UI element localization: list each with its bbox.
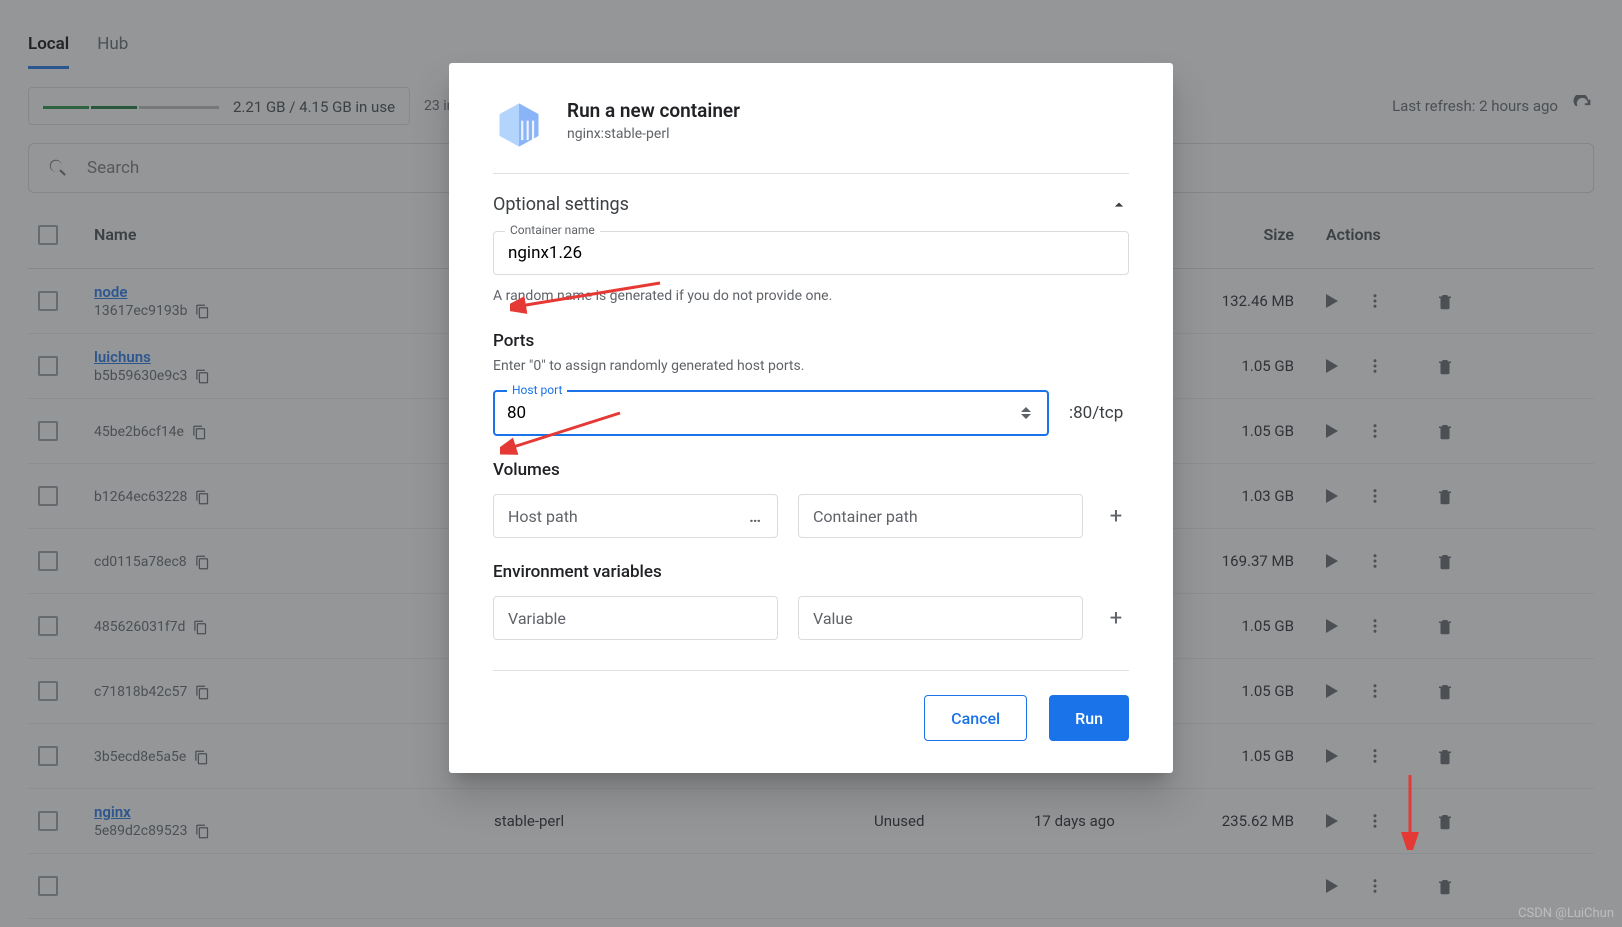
container-path-placeholder: Container path <box>813 507 918 526</box>
host-port-input[interactable] <box>507 403 1021 423</box>
browse-host-path-icon[interactable]: … <box>749 507 763 526</box>
container-path-input[interactable]: Container path <box>798 494 1083 538</box>
container-name-input[interactable] <box>493 231 1129 275</box>
host-port-field[interactable]: Host port <box>493 390 1049 436</box>
host-path-placeholder: Host path <box>508 507 578 526</box>
watermark: CSDN @LuiChun <box>1518 906 1614 921</box>
modal-subtitle: nginx:stable-perl <box>567 126 740 142</box>
env-val-placeholder: Value <box>813 609 853 628</box>
port-stepper[interactable] <box>1021 403 1035 423</box>
cancel-button[interactable]: Cancel <box>924 695 1027 741</box>
volumes-title: Volumes <box>493 460 1129 480</box>
env-var-placeholder: Variable <box>508 609 566 628</box>
container-port-suffix: :80/tcp <box>1069 403 1129 423</box>
container-name-label: Container name <box>505 223 600 237</box>
modal-title: Run a new container <box>567 99 740 122</box>
env-variable-input[interactable]: Variable <box>493 596 778 640</box>
host-port-label: Host port <box>507 383 567 397</box>
env-title: Environment variables <box>493 562 1129 582</box>
optional-settings-label: Optional settings <box>493 194 629 215</box>
host-path-input[interactable]: Host path … <box>493 494 778 538</box>
modal-overlay: Run a new container nginx:stable-perl Op… <box>0 0 1622 927</box>
ports-title: Ports <box>493 331 1129 351</box>
container-name-hint: A random name is generated if you do not… <box>493 287 1129 307</box>
add-volume-button[interactable]: + <box>1103 503 1129 529</box>
add-env-button[interactable]: + <box>1103 605 1129 631</box>
env-value-input[interactable]: Value <box>798 596 1083 640</box>
container-cube-icon <box>493 99 545 151</box>
run-container-modal: Run a new container nginx:stable-perl Op… <box>449 63 1173 773</box>
chevron-up-icon <box>1109 195 1129 215</box>
run-button[interactable]: Run <box>1049 695 1129 741</box>
ports-hint: Enter "0" to assign randomly generated h… <box>493 357 1129 377</box>
optional-settings-toggle[interactable]: Optional settings <box>493 194 1129 215</box>
